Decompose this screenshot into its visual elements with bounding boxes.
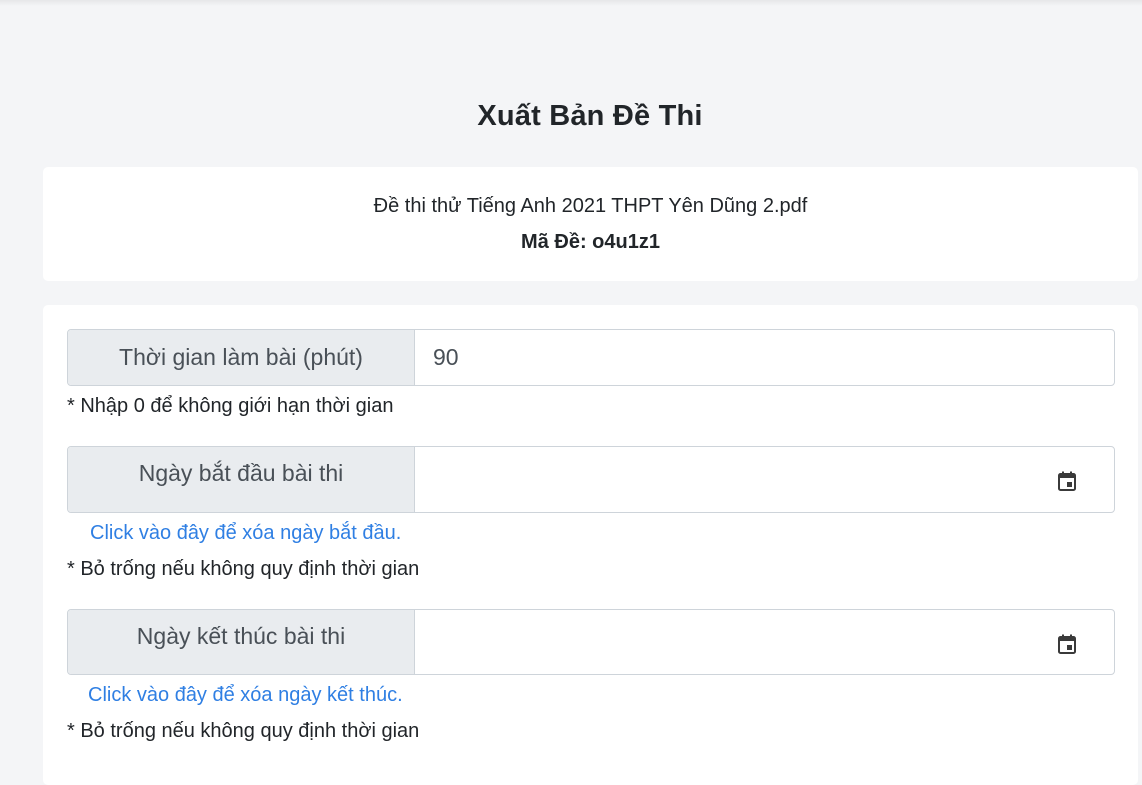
page-title: Xuất Bản Đề Thi (477, 100, 703, 132)
publish-form: Thời gian làm bài (phút) 90 * Nhập 0 để … (43, 305, 1138, 785)
duration-note: * Nhập 0 để không giới hạn thời gian (67, 395, 394, 417)
exam-info-card: Đề thi thử Tiếng Anh 2021 THPT Yên Dũng … (43, 167, 1138, 281)
end-date-label: Ngày kết thúc bài thi (68, 610, 415, 674)
end-date-input[interactable] (415, 610, 1114, 674)
start-date-label: Ngày bắt đầu bài thi (68, 447, 415, 512)
calendar-icon[interactable] (1058, 634, 1076, 654)
top-shadow (0, 0, 1142, 6)
end-date-input-group: Ngày kết thúc bài thi (67, 609, 1115, 675)
start-date-note: * Bỏ trống nếu không quy định thời gian (67, 558, 420, 580)
clear-end-date-link[interactable]: Click vào đây để xóa ngày kết thúc. (88, 684, 403, 707)
exam-file-name: Đề thi thử Tiếng Anh 2021 THPT Yên Dũng … (373, 195, 808, 217)
end-date-note: * Bỏ trống nếu không quy định thời gian (67, 720, 420, 742)
duration-input[interactable]: 90 (415, 330, 1114, 385)
clear-start-date-link[interactable]: Click vào đây để xóa ngày bắt đầu. (90, 522, 401, 545)
start-date-input-group: Ngày bắt đầu bài thi (67, 446, 1115, 513)
calendar-icon[interactable] (1058, 471, 1076, 491)
duration-label: Thời gian làm bài (phút) (68, 330, 415, 385)
start-date-input[interactable] (415, 447, 1114, 512)
exam-code: Mã Đề: o4u1z1 (521, 231, 660, 253)
duration-input-group: Thời gian làm bài (phút) 90 (67, 329, 1115, 386)
